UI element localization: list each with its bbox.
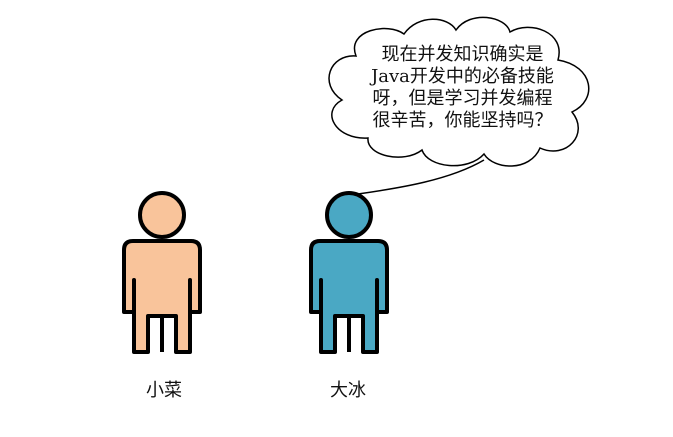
person-dabing-head bbox=[325, 191, 373, 239]
speech-line-4: 很辛苦，你能坚持吗？ bbox=[372, 110, 553, 131]
person-xiaocai-head bbox=[138, 191, 186, 239]
speech-line-3: 呀，但是学习并发编程 bbox=[372, 88, 553, 109]
person-dabing-figure bbox=[309, 191, 389, 354]
speech-bubble-text: 现在并发知识确实是 Java开发中的必备技能 呀，但是学习并发编程 很辛苦，你能… bbox=[350, 44, 575, 132]
speech-line-1: 现在并发知识确实是 bbox=[381, 44, 544, 65]
speech-line-2: Java开发中的必备技能 bbox=[371, 66, 554, 87]
person-xiaocai-name: 小菜 bbox=[146, 380, 182, 401]
person-dabing-name: 大冰 bbox=[330, 380, 366, 401]
person-xiaocai-figure bbox=[122, 191, 202, 354]
